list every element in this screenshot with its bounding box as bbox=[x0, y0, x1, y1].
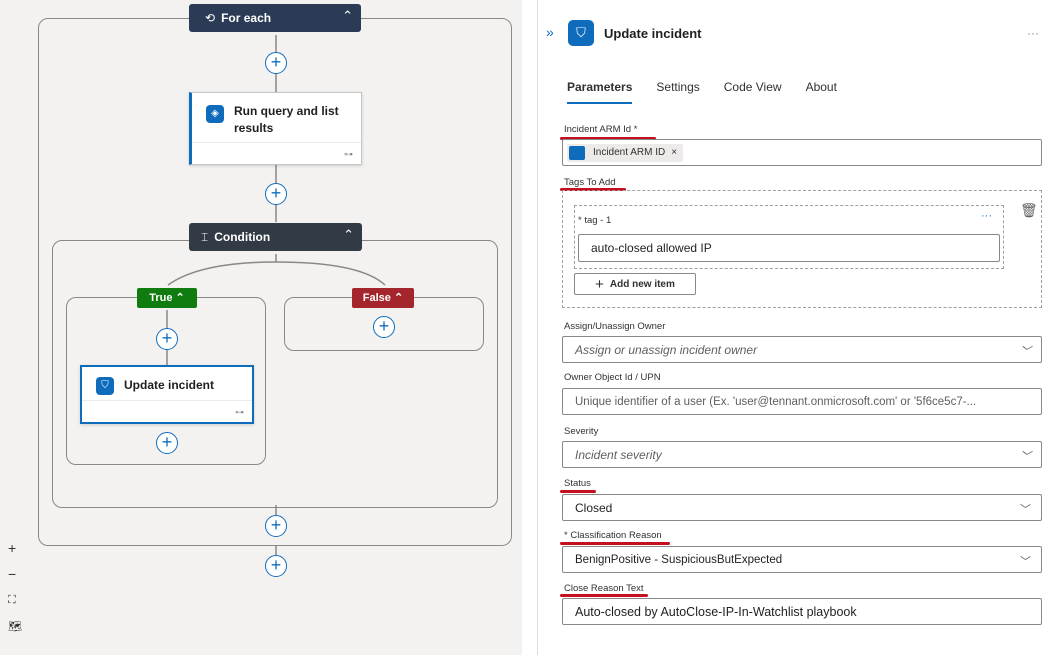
insert-step-button[interactable]: + bbox=[373, 316, 395, 338]
sentinel-shield-icon: ⛉ bbox=[96, 377, 114, 395]
tags-to-add-label: Tags To Add bbox=[564, 177, 616, 188]
tab-settings[interactable]: Settings bbox=[656, 80, 699, 104]
run-query-title: Run query and list results bbox=[234, 104, 339, 135]
chevron-down-icon: ﹀ bbox=[1020, 504, 1031, 516]
status-label: Status bbox=[564, 478, 591, 489]
for-each-header[interactable]: ⟲ For each ⌃ bbox=[189, 4, 361, 32]
owner-object-id-label: Owner Object Id / UPN bbox=[564, 372, 661, 383]
panel-tabs: Parameters Settings Code View About bbox=[567, 80, 837, 104]
close-reason-text-input[interactable]: Auto-closed by AutoClose-IP-In-Watchlist… bbox=[562, 598, 1042, 625]
insert-step-button[interactable]: + bbox=[265, 555, 287, 577]
for-each-label: For each bbox=[221, 11, 272, 25]
update-incident-title: Update incident bbox=[124, 378, 215, 392]
tag-item-label: * tag - 1 bbox=[578, 215, 612, 226]
owner-object-id-input[interactable]: Unique identifier of a user (Ex. 'user@t… bbox=[562, 388, 1042, 415]
collapse-chevron-icon[interactable]: ⌃ bbox=[342, 8, 353, 24]
link-icon: ⊶ bbox=[235, 407, 244, 417]
minimap-button[interactable]: 🗺 bbox=[8, 620, 22, 633]
severity-label: Severity bbox=[564, 426, 599, 437]
collapse-chevron-icon[interactable]: ⌃ bbox=[343, 227, 354, 243]
annotation-underline bbox=[560, 594, 648, 597]
chevron-down-icon: ﹀ bbox=[1020, 346, 1031, 358]
tab-about[interactable]: About bbox=[806, 80, 837, 104]
add-icon: + bbox=[595, 275, 604, 293]
more-options-icon[interactable]: ··· bbox=[1027, 26, 1039, 40]
false-branch-label[interactable]: False ⌃ bbox=[352, 288, 414, 308]
insert-step-button[interactable]: + bbox=[265, 515, 287, 537]
condition-header[interactable]: ⌶ Condition ⌃ bbox=[189, 223, 362, 251]
incident-arm-id-label: Incident ARM Id * bbox=[564, 124, 638, 135]
tag-item-more-icon[interactable]: ··· bbox=[981, 210, 992, 222]
classification-reason-dropdown[interactable]: BenignPositive - SuspiciousButExpected ﹀ bbox=[562, 546, 1042, 573]
insert-step-button[interactable]: + bbox=[156, 328, 178, 350]
assign-owner-label: Assign/Unassign Owner bbox=[564, 321, 666, 332]
chevron-down-icon: ﹀ bbox=[1020, 451, 1031, 463]
run-query-card[interactable]: ◈ Run query and list results ⊶ bbox=[189, 92, 362, 165]
tab-parameters[interactable]: Parameters bbox=[567, 80, 633, 104]
true-branch-label[interactable]: True ⌃ bbox=[137, 288, 197, 308]
severity-dropdown[interactable]: Incident severity ﹀ bbox=[562, 441, 1042, 468]
incident-arm-id-field[interactable]: Incident ARM ID × bbox=[562, 139, 1042, 166]
panel-title: Update incident bbox=[604, 26, 702, 41]
zoom-in-button[interactable]: + bbox=[8, 540, 16, 556]
condition-label: Condition bbox=[214, 230, 271, 244]
close-reason-text-label: Close Reason Text bbox=[564, 583, 644, 594]
designer-canvas: ⟲ For each ⌃ + ◈ Run query and list resu… bbox=[0, 0, 522, 655]
condition-icon: ⌶ bbox=[201, 229, 209, 244]
sentinel-shield-icon bbox=[569, 145, 585, 160]
insert-step-button[interactable]: + bbox=[265, 183, 287, 205]
tag-value-input[interactable]: auto-closed allowed IP bbox=[578, 234, 1000, 262]
zoom-out-button[interactable]: − bbox=[8, 566, 16, 582]
classification-reason-label: * Classification Reason bbox=[564, 530, 662, 541]
insert-step-button[interactable]: + bbox=[265, 52, 287, 74]
tab-code-view[interactable]: Code View bbox=[724, 80, 782, 104]
expand-panel-icon[interactable]: » bbox=[546, 24, 554, 40]
remove-token-icon[interactable]: × bbox=[671, 147, 677, 158]
annotation-underline bbox=[560, 542, 670, 545]
action-details-panel: » ⛉ Update incident ··· Parameters Setti… bbox=[537, 0, 1053, 655]
delete-array-icon[interactable]: 🗑 bbox=[1020, 202, 1038, 219]
chevron-down-icon: ﹀ bbox=[1020, 556, 1031, 568]
add-new-item-button[interactable]: + Add new item bbox=[574, 273, 696, 295]
incident-arm-id-token[interactable]: Incident ARM ID × bbox=[567, 143, 684, 162]
card-footer bbox=[82, 400, 252, 422]
status-dropdown[interactable]: Closed ﹀ bbox=[562, 494, 1042, 521]
card-footer bbox=[192, 142, 361, 164]
loop-icon: ⟲ bbox=[205, 11, 216, 25]
link-icon: ⊶ bbox=[344, 149, 353, 159]
sentinel-shield-icon: ⛉ bbox=[568, 20, 594, 46]
update-incident-card[interactable]: ⛉ Update incident ⊶ bbox=[80, 365, 254, 424]
insert-step-button[interactable]: + bbox=[156, 432, 178, 454]
annotation-underline bbox=[560, 490, 596, 493]
log-analytics-icon: ◈ bbox=[206, 105, 224, 123]
fit-view-button[interactable]: ⛶ bbox=[8, 594, 16, 607]
assign-owner-dropdown[interactable]: Assign or unassign incident owner ﹀ bbox=[562, 336, 1042, 363]
